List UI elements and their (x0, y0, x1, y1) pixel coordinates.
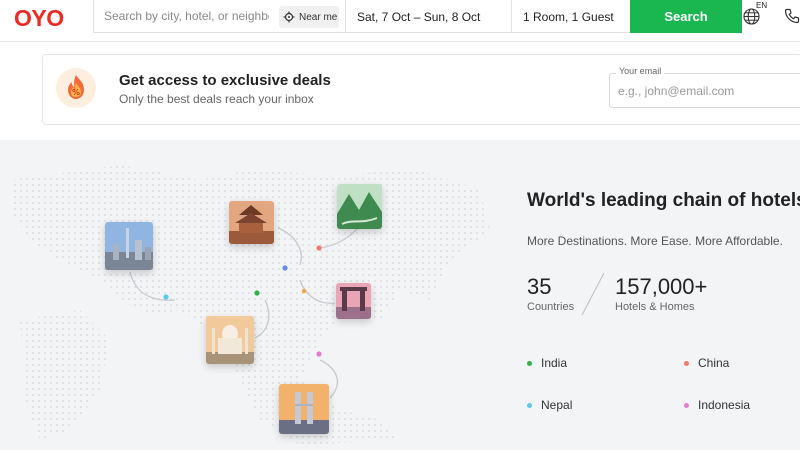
oyo-logo[interactable]: OYO (14, 5, 64, 32)
countries-label: Countries (527, 301, 575, 313)
china-mountain-photo (337, 184, 382, 229)
country-india[interactable]: India (527, 356, 567, 370)
world-map-illustration (10, 165, 490, 445)
india-dot (527, 360, 532, 366)
near-me-icon (283, 11, 295, 23)
nepal-dot (527, 402, 532, 408)
kuala-lumpur-photo (279, 384, 329, 434)
search-input[interactable] (104, 9, 269, 23)
world-section: World's leading chain of hotels More Des… (0, 140, 800, 450)
phone-icon[interactable] (784, 8, 800, 24)
search-box: Near me (93, 0, 346, 33)
hotels-label: Hotels & Homes (615, 301, 695, 313)
country-name: China (698, 356, 730, 370)
near-me-button[interactable]: Near me (279, 6, 339, 28)
deals-title: Get access to exclusive deals (119, 72, 331, 89)
language-label[interactable]: EN (756, 1, 767, 10)
stats-divider (581, 272, 605, 316)
nepal-temple-photo (229, 201, 274, 244)
top-header: OYO Near me Sat, 7 Oct – Sun, 8 Oct 1 Ro… (0, 0, 800, 42)
country-nepal[interactable]: Nepal (527, 398, 572, 412)
country-name: Nepal (541, 398, 573, 412)
exclusive-deals-banner: % Get access to exclusive deals Only the… (42, 54, 800, 125)
indonesia-dot (684, 402, 689, 408)
hotels-count: 157,000+ (615, 274, 708, 299)
country-name: Indonesia (698, 398, 751, 412)
country-name: India (541, 356, 568, 370)
search-button[interactable]: Search (630, 0, 742, 33)
section-title: World's leading chain of hotels (527, 190, 800, 211)
countries-count: 35 (527, 274, 552, 299)
indonesia-gate-photo (336, 283, 371, 319)
dubai-photo (105, 222, 153, 270)
country-china[interactable]: China (684, 356, 729, 370)
taj-mahal-photo (206, 316, 254, 364)
near-me-label: Near me (299, 11, 338, 23)
email-label: Your email (616, 66, 665, 76)
fire-discount-icon: % (56, 68, 96, 108)
svg-text:%: % (72, 88, 80, 97)
country-indonesia[interactable]: Indonesia (684, 398, 750, 412)
globe-icon[interactable] (743, 8, 760, 25)
email-field: Your email (609, 66, 800, 108)
email-input[interactable] (618, 84, 798, 98)
section-subtitle: More Destinations. More Ease. More Affor… (527, 234, 783, 248)
date-picker[interactable]: Sat, 7 Oct – Sun, 8 Oct (346, 0, 512, 33)
china-dot (684, 360, 689, 366)
deals-subtitle: Only the best deals reach your inbox (119, 92, 314, 106)
guest-picker[interactable]: 1 Room, 1 Guest (512, 0, 630, 33)
